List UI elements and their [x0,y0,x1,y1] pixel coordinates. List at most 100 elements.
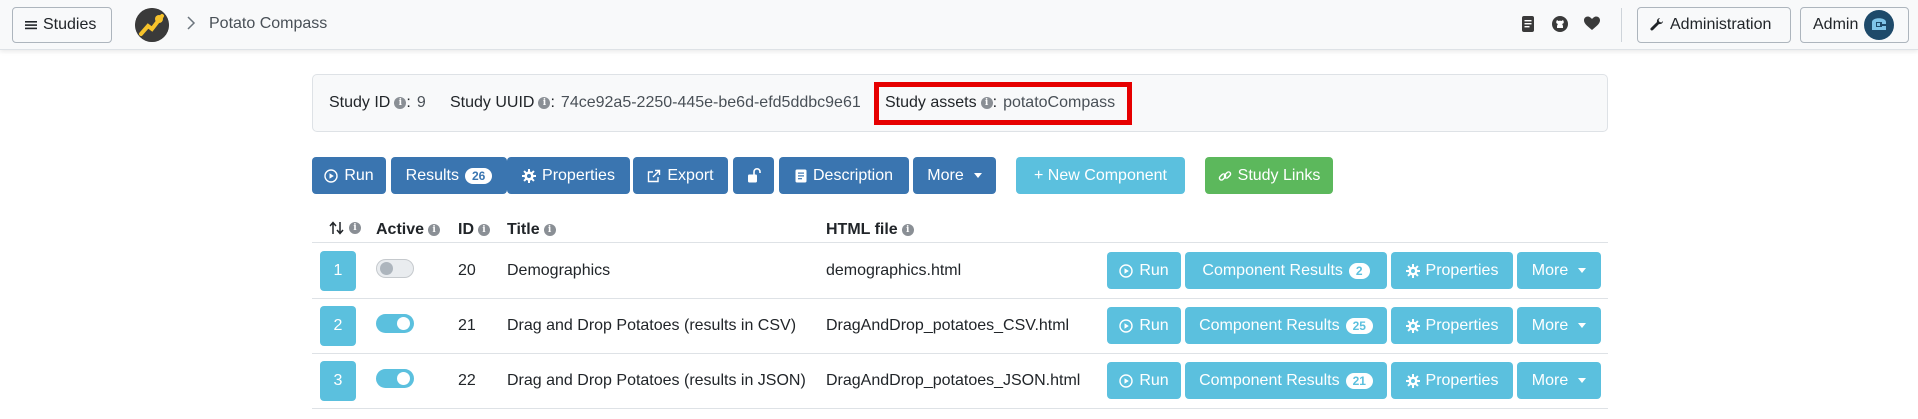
row-divider [312,298,1608,299]
export-button[interactable]: Export [633,157,728,194]
gear-icon [1405,373,1420,388]
avatar [1864,10,1895,40]
component-results-count-badge: 25 [1345,317,1373,334]
active-toggle[interactable] [376,369,414,388]
link-icon [1218,169,1232,183]
more-label: More [927,166,964,184]
info-icon[interactable]: i [428,224,441,236]
component-id: 21 [458,317,476,334]
component-results-button[interactable]: Component Results 21 [1185,362,1387,399]
component-html-file: DragAndDrop_potatoes_JSON.html [826,372,1081,389]
column-header-active: Active i [376,221,441,239]
info-icon[interactable]: i [901,224,914,236]
component-results-count-badge: 2 [1348,262,1370,279]
studies-button[interactable]: Studies [12,7,112,43]
studies-label: Studies [43,16,97,33]
study-id: Study ID i: 9 [329,94,426,111]
lock-toggle-button[interactable] [733,157,774,194]
caret-down-icon [973,173,982,178]
run-component-button[interactable]: Run [1107,362,1181,399]
play-circle-icon [1119,318,1134,333]
hamburger-icon [25,19,37,31]
export-label: Export [667,166,714,184]
properties-label: Properties [542,166,615,184]
component-properties-button[interactable]: Properties [1391,252,1513,289]
component-properties-button[interactable]: Properties [1391,307,1513,344]
study-id-label: Study ID [329,94,391,111]
play-circle-icon [324,168,339,183]
active-toggle[interactable] [376,314,414,333]
caret-down-icon [1578,378,1587,383]
component-results-button[interactable]: Component Results 2 [1185,252,1387,289]
play-circle-icon [1119,263,1134,278]
unlock-icon [747,168,761,183]
run-label: Run [344,166,374,184]
component-properties-button[interactable]: Properties [1391,362,1513,399]
document-icon [795,169,807,183]
component-results-count-badge: 21 [1345,372,1373,389]
component-title: Demographics [507,262,611,279]
user-label: Admin [1813,16,1859,33]
study-links-button[interactable]: Study Links [1205,157,1333,194]
row-position[interactable]: 1 [320,251,356,291]
run-study-button[interactable]: Run [312,157,386,194]
app-logo[interactable] [135,8,169,42]
more-dropdown-button[interactable]: More [913,157,996,194]
component-id: 20 [458,262,476,279]
header-divider [312,242,1608,243]
study-id-value: 9 [416,94,426,111]
run-component-button[interactable]: Run [1107,307,1181,344]
column-header-order[interactable]: i [329,221,361,235]
results-button[interactable]: Results 26 [391,157,507,194]
github-icon[interactable] [1552,16,1568,32]
results-count-badge: 26 [465,167,493,184]
document-icon[interactable] [1521,16,1537,32]
breadcrumb-study[interactable]: Potato Compass [209,15,327,33]
component-id: 22 [458,372,476,389]
component-title: Drag and Drop Potatoes (results in CSV) [507,317,797,334]
info-icon[interactable]: i [349,222,361,234]
administration-button[interactable]: Administration [1637,7,1791,43]
breadcrumb-chevron-icon [186,14,196,32]
row-position[interactable]: 2 [320,306,356,346]
wrench-icon [1650,18,1664,32]
component-more-dropdown[interactable]: More [1517,252,1601,289]
row-divider [312,408,1608,409]
info-icon[interactable]: i [478,224,490,236]
study-uuid-label: Study UUID [450,94,535,111]
run-component-button[interactable]: Run [1107,252,1181,289]
properties-button[interactable]: Properties [507,157,630,194]
play-circle-icon [1119,373,1134,388]
new-component-button[interactable]: + New Component [1016,157,1185,194]
info-icon[interactable]: i [543,224,556,236]
component-more-dropdown[interactable]: More [1517,307,1601,344]
caret-down-icon [1578,268,1587,273]
description-button[interactable]: Description [779,157,909,194]
study-uuid: Study UUID i: 74ce92a5-2250-445e-be6d-ef… [450,94,861,111]
gear-icon [1405,263,1420,278]
component-html-file: DragAndDrop_potatoes_CSV.html [826,317,1070,334]
caret-down-icon [1578,323,1587,328]
user-menu-button[interactable]: Admin [1800,7,1909,43]
component-more-dropdown[interactable]: More [1517,362,1601,399]
heart-icon[interactable] [1584,16,1600,32]
gear-icon [522,168,537,183]
component-results-button[interactable]: Component Results 25 [1185,307,1387,344]
info-icon[interactable]: i [394,97,407,109]
navbar-divider [1621,8,1622,42]
component-html-file: demographics.html [826,262,962,279]
description-label: Description [812,166,894,184]
active-toggle[interactable] [376,259,414,278]
column-header-html-file: HTML file i [826,221,914,239]
external-link-icon [647,169,661,183]
top-navbar: Studies Potato Compass Administration Ad… [0,0,1918,50]
info-icon[interactable]: i [538,97,551,109]
column-header-title: Title i [507,221,556,239]
study-assets-highlight-box [874,82,1132,125]
row-position[interactable]: 3 [320,361,356,401]
row-divider [312,353,1608,354]
study-uuid-value: 74ce92a5-2250-445e-be6d-efd5ddbc9e61 [560,94,861,111]
results-label: Results [405,166,459,184]
component-title: Drag and Drop Potatoes (results in JSON) [507,372,806,389]
sort-icon [329,221,345,235]
